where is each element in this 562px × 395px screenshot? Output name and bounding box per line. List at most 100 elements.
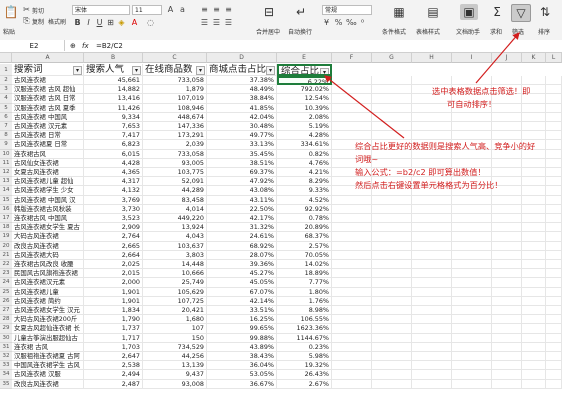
table-cell[interactable]: 2,494	[84, 370, 143, 380]
table-cell[interactable]: 106.55%	[277, 315, 332, 325]
paste-icon[interactable]: 📋	[2, 4, 20, 20]
table-cell[interactable]: 42.04%	[207, 112, 277, 122]
table-cell[interactable]: 大码古风连衣裙	[12, 232, 84, 242]
eraser-icon[interactable]: ◌	[146, 18, 155, 27]
empty-cell[interactable]	[522, 112, 546, 122]
table-cell[interactable]: 12.54%	[277, 94, 332, 104]
empty-cell[interactable]	[546, 168, 562, 178]
table-cell[interactable]: 古风连衣裙 中国风 汉	[12, 195, 84, 205]
empty-cell[interactable]	[332, 361, 372, 371]
row-header[interactable]: 22	[0, 260, 12, 270]
cond-format-icon[interactable]: ▦	[390, 4, 408, 20]
table-cell[interactable]: 古风连衣裙 中国风	[12, 112, 84, 122]
table-cell[interactable]: 古风连衣裙 汉元素	[12, 122, 84, 132]
empty-cell[interactable]	[546, 250, 562, 260]
empty-cell[interactable]	[412, 278, 452, 288]
empty-cell[interactable]	[492, 122, 522, 132]
table-cell[interactable]: 68.37%	[277, 232, 332, 242]
empty-cell[interactable]	[522, 223, 546, 233]
empty-cell[interactable]	[412, 287, 452, 297]
empty-cell[interactable]	[452, 232, 492, 242]
percent-icon[interactable]: %	[334, 18, 343, 27]
table-cell[interactable]: 1,680	[143, 315, 207, 325]
table-cell[interactable]: 49.77%	[207, 131, 277, 141]
empty-cell[interactable]	[332, 94, 372, 104]
align-top-icon[interactable]: ≡	[200, 5, 209, 14]
column-header[interactable]: B	[84, 53, 143, 63]
table-cell[interactable]: 13,416	[84, 94, 143, 104]
empty-cell[interactable]	[522, 361, 546, 371]
table-cell[interactable]: 44,289	[143, 186, 207, 196]
table-cell[interactable]: 20.89%	[277, 223, 332, 233]
row-header[interactable]: 23	[0, 269, 12, 279]
table-cell[interactable]: 4,317	[84, 177, 143, 187]
grow-font-icon[interactable]: A	[166, 5, 175, 14]
table-cell[interactable]: 古风连衣裙大码	[12, 250, 84, 260]
column-header[interactable]: G	[372, 53, 412, 63]
table-cell[interactable]: 33.13%	[207, 140, 277, 150]
row-header[interactable]: 26	[0, 296, 12, 306]
copy-button[interactable]: 复制	[32, 17, 44, 26]
empty-cell[interactable]	[452, 296, 492, 306]
table-cell[interactable]: 5.98%	[277, 352, 332, 362]
empty-cell[interactable]	[492, 112, 522, 122]
table-cell[interactable]: 古风连衣裙 汉服	[12, 370, 84, 380]
empty-cell[interactable]	[372, 232, 412, 242]
empty-cell[interactable]	[492, 278, 522, 288]
table-cell[interactable]: 4,043	[143, 232, 207, 242]
empty-cell[interactable]	[546, 232, 562, 242]
empty-cell[interactable]	[332, 204, 372, 214]
empty-cell[interactable]	[372, 94, 412, 104]
table-cell[interactable]: 107	[143, 324, 207, 334]
table-cell[interactable]: 古风连衣裙汉元素	[12, 278, 84, 288]
table-cell[interactable]: 1,737	[84, 324, 143, 334]
sort-icon[interactable]: ⇅	[536, 4, 554, 20]
row-header[interactable]: 28	[0, 315, 12, 325]
empty-cell[interactable]	[546, 352, 562, 362]
empty-cell[interactable]	[332, 76, 372, 86]
empty-cell[interactable]	[412, 342, 452, 352]
table-cell[interactable]: 13,924	[143, 223, 207, 233]
table-cell[interactable]: 36.67%	[207, 379, 277, 389]
table-cell[interactable]: 2,764	[84, 232, 143, 242]
empty-cell[interactable]	[546, 278, 562, 288]
empty-cell[interactable]	[372, 260, 412, 270]
empty-cell[interactable]	[332, 195, 372, 205]
column-header[interactable]: J	[492, 53, 522, 63]
empty-cell[interactable]	[492, 250, 522, 260]
empty-cell[interactable]	[546, 204, 562, 214]
empty-cell[interactable]	[332, 287, 372, 297]
table-cell[interactable]: 0.82%	[277, 149, 332, 159]
header-cell[interactable]: 搜索词 ▾	[12, 64, 84, 76]
table-cell[interactable]: 9,437	[143, 370, 207, 380]
empty-cell[interactable]	[372, 324, 412, 334]
empty-cell[interactable]	[522, 306, 546, 316]
doc-assist-icon[interactable]: ▣	[460, 4, 478, 20]
table-cell[interactable]: 52,091	[143, 177, 207, 187]
empty-cell[interactable]	[372, 214, 412, 224]
table-cell[interactable]: 4,365	[84, 168, 143, 178]
table-cell[interactable]: 43.08%	[207, 186, 277, 196]
decimal-icon[interactable]: ⁰	[358, 18, 367, 27]
table-cell[interactable]: 108,946	[143, 103, 207, 113]
empty-cell[interactable]	[452, 278, 492, 288]
underline-icon[interactable]: U	[95, 18, 104, 27]
table-cell[interactable]: 449,220	[143, 214, 207, 224]
empty-cell[interactable]	[332, 315, 372, 325]
empty-cell[interactable]	[332, 214, 372, 224]
table-cell[interactable]: 7,417	[84, 131, 143, 141]
empty-cell[interactable]	[412, 269, 452, 279]
empty-cell[interactable]	[412, 333, 452, 343]
table-cell[interactable]: 38.43%	[207, 352, 277, 362]
empty-cell[interactable]	[332, 103, 372, 113]
empty-cell[interactable]	[412, 103, 452, 113]
row-header[interactable]: 7	[0, 122, 12, 132]
empty-cell[interactable]	[332, 379, 372, 389]
table-style-icon[interactable]: ▤	[424, 4, 442, 20]
empty-cell[interactable]	[332, 85, 372, 95]
table-cell[interactable]: 韩版连衣裙古风秋装	[12, 204, 84, 214]
empty-cell[interactable]	[412, 241, 452, 251]
table-cell[interactable]: 6,823	[84, 140, 143, 150]
empty-cell[interactable]	[492, 306, 522, 316]
table-cell[interactable]: 69.37%	[207, 168, 277, 178]
